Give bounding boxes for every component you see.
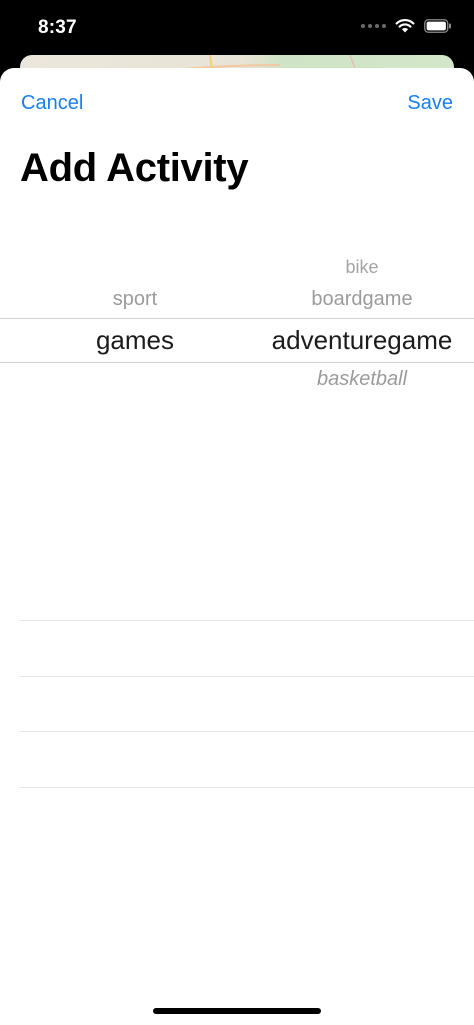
list-divider [20,676,474,677]
add-activity-sheet: Cancel Save Add Activity sport games bik… [0,68,474,1025]
cancel-button[interactable]: Cancel [21,92,83,115]
wifi-icon [395,19,415,33]
page-title: Add Activity [20,146,249,190]
picker-category-option[interactable]: sport [113,288,157,311]
status-time: 8:37 [38,17,77,38]
status-icons [361,18,452,33]
picker-activity-option[interactable]: bike [345,257,378,278]
cellular-signal-icon [361,23,386,28]
battery-icon [424,18,451,33]
activity-picker[interactable]: sport games bike boardgame adventuregame… [0,238,474,448]
list-divider [20,787,474,788]
picker-category-selected[interactable]: games [96,325,174,356]
picker-activity-option[interactable]: boardgame [311,288,412,311]
home-indicator[interactable] [153,1008,321,1014]
save-button[interactable]: Save [407,92,453,115]
picker-activity-selected[interactable]: adventuregame [272,325,453,356]
picker-activity-option[interactable]: basketball [317,368,407,391]
status-bar: 8:37 [0,0,474,56]
list-divider [20,731,474,732]
list-divider [20,620,474,621]
